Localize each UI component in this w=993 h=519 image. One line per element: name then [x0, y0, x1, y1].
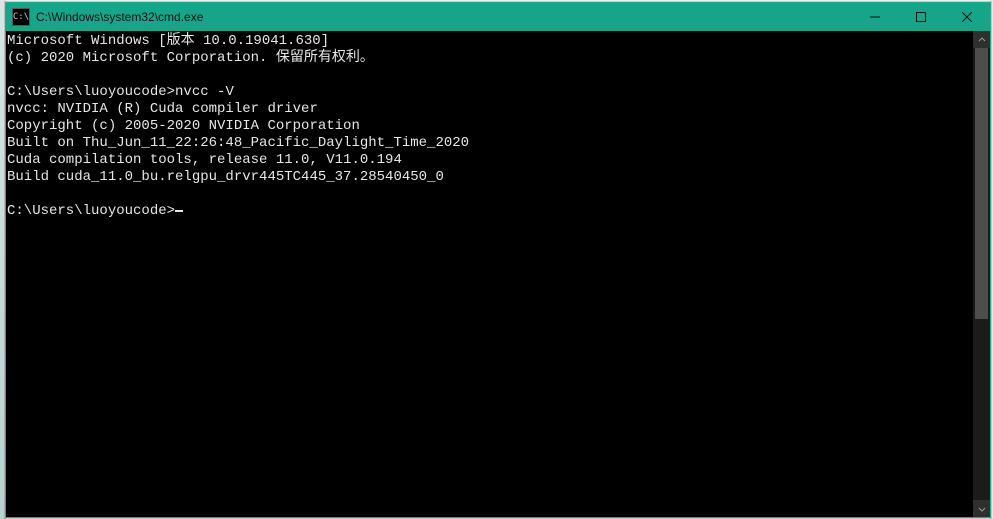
close-icon	[962, 12, 972, 22]
terminal-line: Copyright (c) 2005-2020 NVIDIA Corporati…	[7, 118, 360, 134]
scrollbar-track[interactable]	[973, 48, 990, 500]
vertical-scrollbar[interactable]	[973, 31, 990, 517]
cmd-window: C:\ C:\Windows\system32\cmd.exe Microsof…	[5, 2, 991, 518]
minimize-icon	[870, 12, 880, 22]
terminal-line: Microsoft Windows [版本 10.0.19041.630]	[7, 33, 329, 49]
titlebar[interactable]: C:\ C:\Windows\system32\cmd.exe	[6, 3, 990, 31]
terminal-line: Build cuda_11.0_bu.relgpu_drvr445TC445_3…	[7, 169, 444, 185]
terminal-output[interactable]: Microsoft Windows [版本 10.0.19041.630] (c…	[6, 31, 973, 517]
terminal-line: Built on Thu_Jun_11_22:26:48_Pacific_Day…	[7, 135, 469, 151]
close-button[interactable]	[944, 3, 990, 31]
scroll-up-button[interactable]	[973, 31, 990, 48]
terminal-line: (c) 2020 Microsoft Corporation. 保留所有权利。	[7, 50, 374, 66]
terminal-line: nvcc: NVIDIA (R) Cuda compiler driver	[7, 101, 318, 117]
maximize-button[interactable]	[898, 3, 944, 31]
terminal-line: Cuda compilation tools, release 11.0, V1…	[7, 152, 402, 168]
cursor-icon	[175, 210, 183, 212]
window-title: C:\Windows\system32\cmd.exe	[36, 10, 203, 24]
chevron-down-icon	[978, 505, 986, 513]
chevron-up-icon	[978, 36, 986, 44]
terminal-command: nvcc -V	[175, 84, 234, 100]
terminal-prompt: C:\Users\luoyoucode>	[7, 203, 175, 219]
minimize-button[interactable]	[852, 3, 898, 31]
cmd-icon: C:\	[12, 8, 30, 26]
scroll-down-button[interactable]	[973, 500, 990, 517]
scrollbar-thumb[interactable]	[975, 48, 988, 319]
terminal-prompt: C:\Users\luoyoucode>	[7, 84, 175, 100]
maximize-icon	[916, 12, 926, 22]
